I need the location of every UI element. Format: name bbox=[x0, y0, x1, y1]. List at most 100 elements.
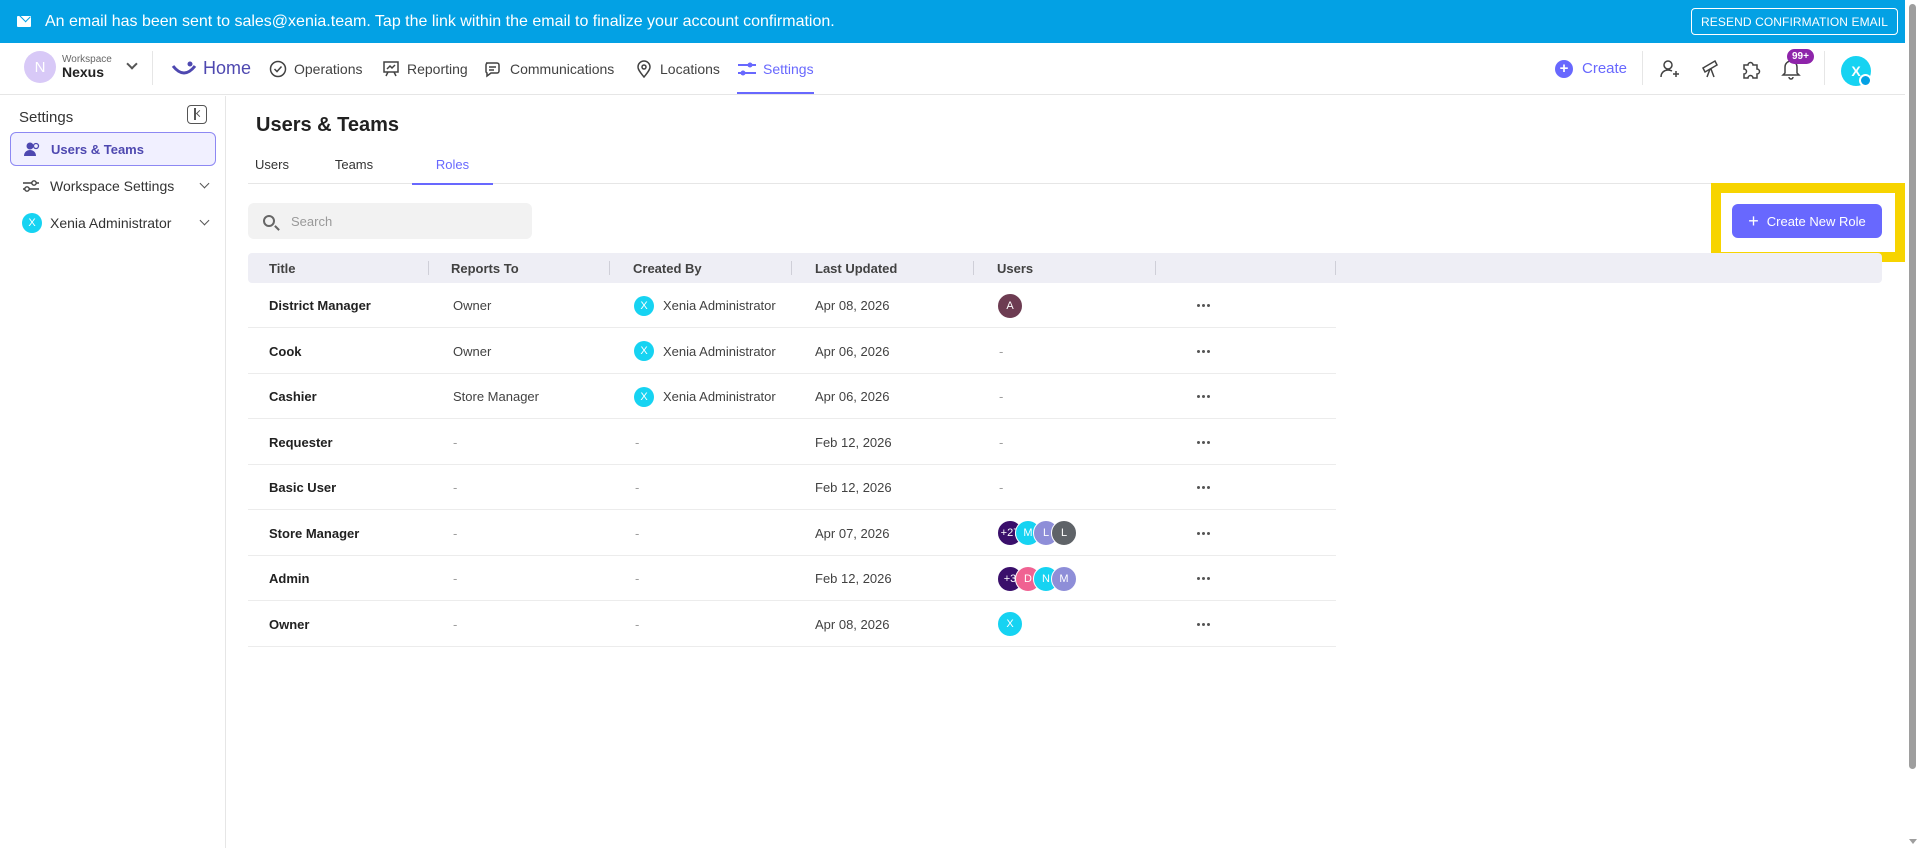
add-user-icon[interactable] bbox=[1656, 55, 1684, 83]
reports-to: - bbox=[453, 571, 458, 586]
more-options-icon[interactable] bbox=[1197, 556, 1212, 601]
divider bbox=[1824, 51, 1825, 85]
created-by: - bbox=[635, 616, 640, 632]
nav-communications[interactable]: Communications bbox=[484, 43, 614, 94]
create-new-role-button[interactable]: + Create New Role bbox=[1732, 204, 1882, 238]
more-options-icon[interactable] bbox=[1197, 374, 1212, 419]
users-avatars[interactable]: X bbox=[997, 602, 1023, 647]
table-row[interactable]: District Manager Owner X Xenia Administrato… bbox=[248, 283, 1336, 328]
role-title: Owner bbox=[269, 616, 310, 632]
workspace-switcher[interactable]: N Workspace Nexus bbox=[24, 51, 138, 83]
users-empty: - bbox=[999, 434, 1004, 450]
scrollbar-thumb[interactable] bbox=[1909, 4, 1916, 769]
column-divider bbox=[609, 261, 610, 275]
tab-users[interactable]: Users bbox=[248, 144, 296, 184]
users-avatars[interactable]: +27 M L L bbox=[997, 511, 1077, 556]
table-row[interactable]: Requester - - Feb 12, 2026 - bbox=[248, 420, 1336, 465]
nav-home[interactable]: Home bbox=[171, 43, 251, 94]
more-options-icon[interactable] bbox=[1197, 465, 1212, 510]
table-row[interactable]: Store Manager - - Apr 07, 2026 +27 M L L bbox=[248, 511, 1336, 556]
nav-locations-label: Locations bbox=[660, 60, 720, 77]
nav-locations[interactable]: Locations bbox=[634, 43, 720, 94]
reports-to: Owner bbox=[453, 343, 492, 359]
more-options-icon[interactable] bbox=[1197, 420, 1212, 465]
column-reports-to[interactable]: Reports To bbox=[451, 253, 519, 283]
more-options-icon[interactable] bbox=[1197, 283, 1212, 328]
user-avatar[interactable]: L bbox=[1051, 520, 1077, 546]
nav-reporting[interactable]: Reporting bbox=[381, 43, 468, 94]
sidebar-item-xenia-administrator[interactable]: X Xenia Administrator bbox=[10, 206, 216, 240]
more-options-icon[interactable] bbox=[1197, 511, 1212, 556]
column-users[interactable]: Users bbox=[997, 253, 1033, 283]
nav-settings[interactable]: Settings bbox=[737, 43, 814, 94]
reports-to: Store Manager bbox=[453, 389, 539, 404]
role-title: Requester bbox=[269, 434, 333, 450]
create-button[interactable]: + Create bbox=[1555, 43, 1627, 94]
column-title[interactable]: Title bbox=[269, 253, 296, 283]
created-by: X Xenia Administrator bbox=[634, 283, 776, 328]
role-title: Cashier bbox=[269, 389, 317, 404]
puzzle-icon[interactable] bbox=[1737, 55, 1765, 83]
resend-confirmation-button[interactable]: RESEND CONFIRMATION EMAIL bbox=[1691, 8, 1898, 35]
plus-icon: + bbox=[1555, 59, 1573, 78]
tabs: Users Teams Roles bbox=[248, 144, 1898, 185]
creator-avatar: X bbox=[634, 295, 654, 316]
last-updated: Feb 12, 2026 bbox=[815, 480, 892, 495]
nav-settings-label: Settings bbox=[763, 60, 814, 77]
users-avatars[interactable]: +3 D N M bbox=[997, 556, 1077, 601]
plus-icon: + bbox=[1748, 211, 1759, 231]
chevron-down-icon bbox=[199, 178, 210, 189]
users-empty: - bbox=[999, 389, 1004, 404]
sidebar-item-label: Users & Teams bbox=[51, 141, 144, 157]
user-avatar[interactable]: M bbox=[1051, 565, 1077, 592]
search-input[interactable] bbox=[291, 213, 511, 229]
scroll-down-arrow-icon[interactable] bbox=[1909, 839, 1917, 844]
page-scrollbar[interactable] bbox=[1905, 0, 1920, 848]
table-row[interactable]: Basic User - - Feb 12, 2026 - bbox=[248, 465, 1336, 510]
search-box bbox=[248, 203, 532, 239]
column-divider bbox=[791, 261, 792, 275]
table-row[interactable]: Cook Owner X Xenia Administrator Apr 06, 202… bbox=[248, 329, 1336, 374]
creator-avatar: X bbox=[634, 386, 654, 407]
banner-message: An email has been sent to sales@xenia.te… bbox=[45, 12, 835, 30]
column-created-by[interactable]: Created By bbox=[633, 253, 702, 283]
user-avatar[interactable]: X bbox=[1841, 56, 1872, 87]
sidebar-item-users-teams[interactable]: Users & Teams bbox=[10, 132, 216, 166]
table-row[interactable]: Owner - - Apr 08, 2026 X bbox=[248, 602, 1336, 647]
column-divider bbox=[1335, 261, 1336, 275]
collapse-sidebar-icon[interactable] bbox=[187, 105, 207, 124]
last-updated: Apr 06, 2026 bbox=[815, 389, 890, 404]
table-header: Title Reports To Created By Last Updated… bbox=[248, 253, 1882, 283]
tab-teams[interactable]: Teams bbox=[326, 144, 382, 184]
column-last-updated[interactable]: Last Updated bbox=[815, 253, 897, 283]
settings-sidebar: Settings Users & Teams Workspace Setting… bbox=[0, 96, 226, 848]
user-avatar[interactable]: X bbox=[997, 611, 1023, 637]
telescope-icon[interactable] bbox=[1697, 55, 1725, 83]
creator-name: Xenia Administrator bbox=[663, 298, 776, 313]
last-updated: Apr 06, 2026 bbox=[815, 343, 890, 359]
last-updated: Apr 07, 2026 bbox=[815, 525, 890, 541]
reports-to: Owner bbox=[453, 298, 492, 313]
sidebar-item-label: Workspace Settings bbox=[50, 178, 175, 194]
users-avatars[interactable]: A bbox=[997, 283, 1023, 328]
role-title: Basic User bbox=[269, 480, 337, 495]
more-options-icon[interactable] bbox=[1197, 329, 1212, 374]
created-by: - bbox=[635, 571, 640, 586]
tab-roles[interactable]: Roles bbox=[412, 144, 493, 185]
nav-communications-label: Communications bbox=[510, 60, 615, 77]
search-icon bbox=[263, 215, 275, 227]
users-empty: - bbox=[999, 480, 1004, 495]
table-row[interactable]: Admin - - Feb 12, 2026 +3 D N M bbox=[248, 556, 1336, 601]
user-avatar[interactable]: A bbox=[997, 292, 1023, 319]
nav-home-label: Home bbox=[203, 58, 252, 78]
chevron-down-icon bbox=[126, 58, 138, 70]
more-options-icon[interactable] bbox=[1197, 602, 1212, 647]
role-title: Admin bbox=[269, 571, 310, 586]
create-new-role-label: Create New Role bbox=[1766, 213, 1866, 229]
sidebar-item-workspace-settings[interactable]: Workspace Settings bbox=[10, 169, 216, 203]
table-row[interactable]: Cashier Store Manager X Xenia Administrator… bbox=[248, 374, 1336, 419]
creator-name: Xenia Administrator bbox=[663, 343, 776, 359]
created-by: X Xenia Administrator bbox=[634, 329, 776, 374]
nav-operations[interactable]: Operations bbox=[268, 43, 362, 94]
column-divider bbox=[1155, 261, 1156, 275]
